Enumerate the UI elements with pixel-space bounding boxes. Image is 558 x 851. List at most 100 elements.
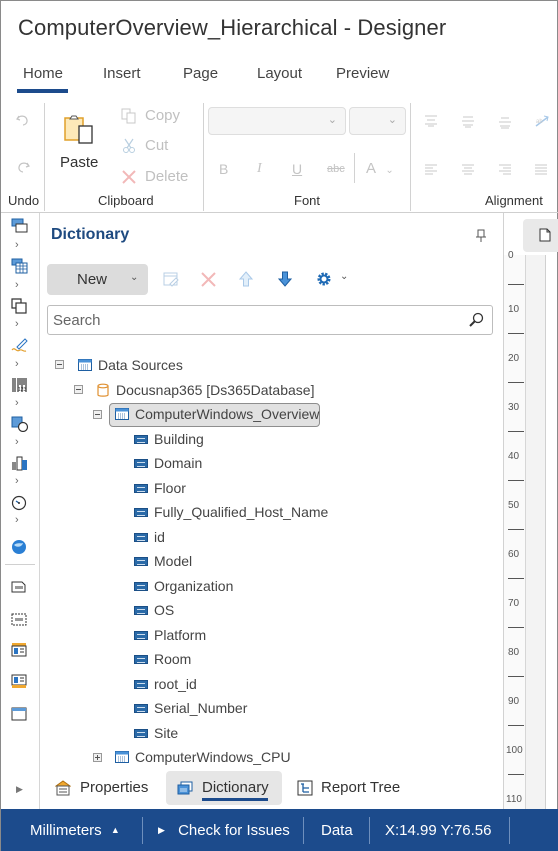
copy-button[interactable]: Copy [121, 107, 180, 124]
chevron-right-icon[interactable]: › [15, 279, 19, 291]
bold-button[interactable]: B [219, 161, 228, 177]
tab-preview[interactable]: Preview [336, 65, 389, 82]
field-item[interactable]: id [134, 527, 165, 547]
field-item[interactable]: root_id [134, 674, 197, 694]
page-tab[interactable] [523, 219, 558, 252]
field-item[interactable]: Model [134, 551, 192, 571]
expand-toggle[interactable] [93, 753, 102, 762]
tab-home[interactable]: Home [23, 65, 63, 82]
collapse-toggle[interactable] [93, 410, 102, 419]
tab-layout[interactable]: Layout [257, 65, 302, 82]
chevron-right-icon[interactable]: › [15, 358, 19, 370]
align-right-icon[interactable] [498, 163, 512, 181]
tree-node-computerwindows-cpu[interactable]: ComputerWindows_CPU [115, 747, 291, 767]
underline-button[interactable]: U [292, 161, 302, 177]
expand-toolbox-icon[interactable]: ▶ [16, 784, 23, 795]
align-left-icon[interactable] [424, 163, 438, 181]
align-center-icon[interactable] [461, 163, 475, 181]
delete-button[interactable]: Delete [121, 168, 188, 185]
cut-button[interactable]: Cut [121, 137, 168, 154]
move-down-icon[interactable] [277, 271, 293, 292]
search-field[interactable] [47, 305, 493, 335]
units-button[interactable]: Millimeters ▲ [30, 822, 120, 839]
field-label: Fully_Qualified_Host_Name [154, 504, 329, 520]
tree-node-computerwindows-overview[interactable]: ComputerWindows_Overview [115, 404, 319, 424]
field-item[interactable]: Platform [134, 625, 206, 645]
delete-icon[interactable] [201, 272, 216, 292]
ruler-tick [508, 627, 524, 628]
field-item[interactable]: Room [134, 649, 191, 669]
tab-page[interactable]: Page [183, 65, 218, 82]
panel-component-icon[interactable] [11, 298, 29, 314]
chevron-right-icon[interactable]: › [15, 475, 19, 487]
tab-insert[interactable]: Insert [103, 65, 141, 82]
chevron-right-icon[interactable]: › [15, 514, 19, 526]
string-field-icon [134, 532, 148, 542]
table-component-icon[interactable] [11, 258, 29, 274]
chevron-right-icon[interactable]: › [15, 397, 19, 409]
font-color-button[interactable]: A ⌄ [366, 160, 394, 177]
map-component-icon[interactable] [11, 539, 29, 555]
ruler-tick [508, 382, 524, 383]
edit-icon[interactable] [163, 271, 179, 292]
align-bottom-icon[interactable] [498, 116, 512, 134]
field-item[interactable]: Serial_Number [134, 698, 247, 718]
header-band-icon[interactable] [11, 642, 29, 658]
field-item[interactable]: Building [134, 429, 204, 449]
field-item[interactable]: Fully_Qualified_Host_Name [134, 502, 328, 522]
string-field-icon [134, 507, 148, 517]
data-band-icon[interactable] [11, 706, 29, 722]
new-button-label: New [77, 271, 108, 288]
gauge-component-icon[interactable] [11, 495, 29, 511]
collapse-toggle[interactable] [55, 360, 64, 369]
field-item[interactable]: Organization [134, 576, 233, 596]
tree-node-connection[interactable]: Docusnap365 [Ds365Database] [97, 380, 314, 400]
chevron-right-icon[interactable]: › [15, 239, 19, 251]
font-size-dropdown[interactable]: ⌄ [349, 107, 406, 135]
string-field-icon [134, 605, 148, 615]
page-header-band-icon[interactable] [11, 579, 29, 595]
chevron-right-icon[interactable]: › [15, 318, 19, 330]
field-item[interactable]: OS [134, 600, 174, 620]
tab-dictionary[interactable]: Dictionary [202, 779, 269, 796]
align-justify-icon[interactable] [534, 163, 548, 181]
page-footer-band-icon[interactable] [11, 611, 29, 627]
new-button[interactable]: New ⌄ [47, 264, 148, 295]
tab-report-tree[interactable]: Report Tree [321, 779, 400, 796]
window-title: ComputerOverview_Hierarchical - Designer [18, 15, 447, 40]
data-button[interactable]: Data [321, 822, 353, 839]
chart-component-icon[interactable] [11, 455, 29, 471]
paste-icon[interactable] [63, 114, 95, 146]
check-issues-button[interactable]: ▶ Check for Issues [158, 822, 290, 839]
tab-properties[interactable]: Properties [80, 779, 148, 796]
chevron-right-icon[interactable]: › [15, 436, 19, 448]
shape-component-icon[interactable] [11, 416, 29, 433]
pin-icon[interactable] [476, 229, 486, 248]
search-input[interactable] [53, 312, 453, 329]
ruler-tick [508, 529, 524, 530]
search-icon[interactable] [468, 312, 484, 333]
undo-icon[interactable] [15, 112, 31, 128]
redo-icon[interactable] [15, 159, 31, 175]
settings-button[interactable]: ⌄ [316, 271, 348, 292]
field-item[interactable]: Domain [134, 453, 202, 473]
field-item[interactable]: Site [134, 723, 178, 743]
cut-icon [123, 138, 135, 153]
ruler-tick [508, 333, 524, 334]
collapse-toggle[interactable] [74, 385, 83, 394]
footer-band-icon[interactable] [11, 674, 29, 690]
strikethrough-button[interactable]: abc [327, 163, 345, 175]
italic-button[interactable]: I [257, 161, 262, 177]
barcode-component-icon[interactable]: 123 [11, 377, 29, 393]
field-item[interactable]: Floor [134, 478, 186, 498]
string-field-icon [134, 483, 148, 493]
font-name-dropdown[interactable]: ⌄ [208, 107, 346, 135]
align-top-icon[interactable] [424, 114, 438, 132]
signature-component-icon[interactable] [11, 337, 29, 353]
move-up-icon[interactable] [238, 271, 254, 292]
text-component-icon[interactable] [11, 218, 29, 234]
text-rotation-icon[interactable]: ab [534, 114, 550, 133]
paste-button[interactable]: Paste [60, 154, 98, 171]
tree-node-data-sources[interactable]: Data Sources [78, 355, 183, 375]
align-middle-icon[interactable] [461, 115, 475, 133]
